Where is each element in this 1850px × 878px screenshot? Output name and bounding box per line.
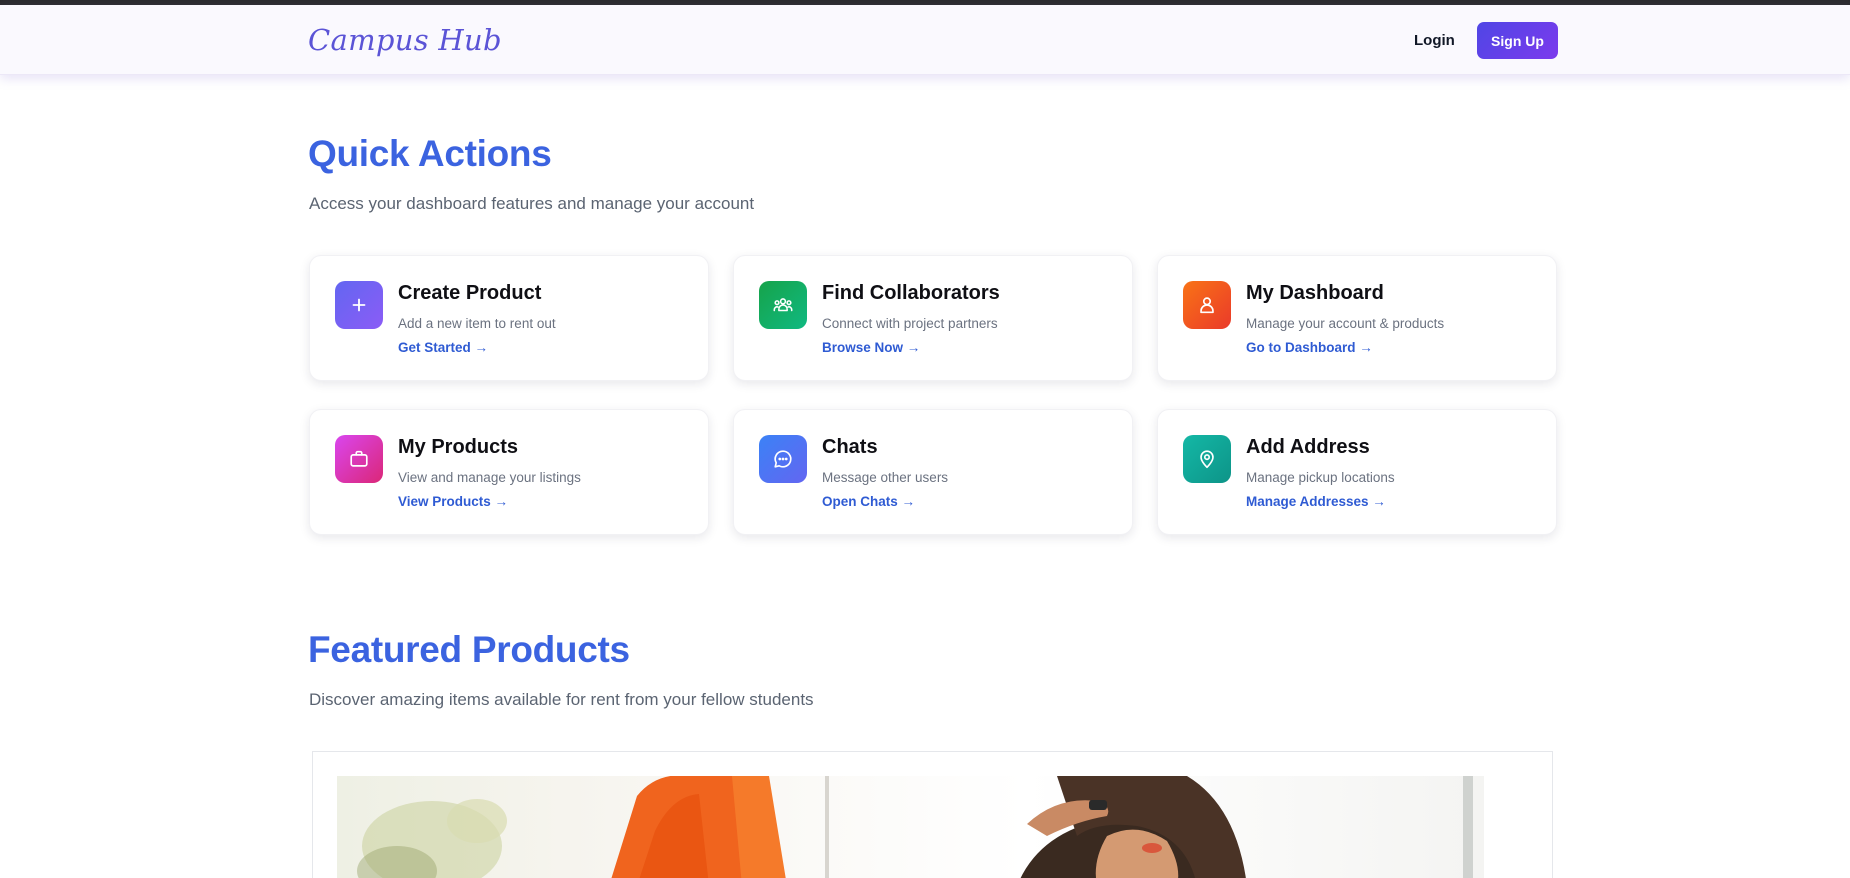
card-title: My Products <box>398 436 519 458</box>
featured-products-subtitle: Discover amazing items available for ren… <box>309 690 814 709</box>
card-add-address[interactable]: Add Address Manage pickup locations Mana… <box>1157 409 1557 535</box>
signup-button[interactable]: Sign Up <box>1477 22 1558 59</box>
get-started-link[interactable]: Get Started → <box>398 340 488 355</box>
view-products-link[interactable]: View Products → <box>398 494 508 509</box>
card-title: Create Product <box>398 282 542 304</box>
manage-addresses-link[interactable]: Manage Addresses → <box>1246 494 1386 509</box>
card-find-collaborators[interactable]: Find Collaborators Connect with project … <box>733 255 1133 381</box>
go-to-dashboard-link[interactable]: Go to Dashboard → <box>1246 340 1373 355</box>
card-description: Manage pickup locations <box>1246 470 1395 485</box>
card-create-product[interactable]: Create Product Add a new item to rent ou… <box>309 255 709 381</box>
users-icon <box>759 281 807 329</box>
card-my-dashboard[interactable]: My Dashboard Manage your account & produ… <box>1157 255 1557 381</box>
card-description: View and manage your listings <box>398 470 581 485</box>
navbar: Campus Hub Login Sign Up <box>0 5 1850 75</box>
product-photo <box>357 776 1473 878</box>
briefcase-icon <box>335 435 383 483</box>
quick-actions-subtitle: Access your dashboard features and manag… <box>309 194 755 213</box>
open-chats-link[interactable]: Open Chats → <box>822 494 915 509</box>
card-description: Message other users <box>822 470 949 485</box>
card-my-products[interactable]: My Products View and manage your listing… <box>309 409 709 535</box>
card-chats[interactable]: Chats Message other users Open Chats → <box>733 409 1133 535</box>
plus-icon <box>335 281 383 329</box>
card-title: Chats <box>822 436 878 458</box>
map-pin-icon <box>1183 435 1231 483</box>
card-title: Find Collaborators <box>822 282 1000 304</box>
login-link[interactable]: Login <box>1414 32 1455 49</box>
brand-logo[interactable]: Campus Hub <box>308 23 502 57</box>
card-title: Add Address <box>1246 436 1370 458</box>
card-description: Connect with project partners <box>822 316 998 331</box>
user-icon <box>1183 281 1231 329</box>
card-title: My Dashboard <box>1246 282 1384 304</box>
quick-actions-title: Quick Actions <box>308 133 552 174</box>
card-description: Manage your account & products <box>1246 316 1445 331</box>
featured-products-title: Featured Products <box>308 629 630 670</box>
featured-product-image[interactable] <box>337 776 1484 878</box>
chat-bubble-icon <box>759 435 807 483</box>
card-description: Add a new item to rent out <box>398 316 556 331</box>
browse-now-link[interactable]: Browse Now → <box>822 340 920 355</box>
